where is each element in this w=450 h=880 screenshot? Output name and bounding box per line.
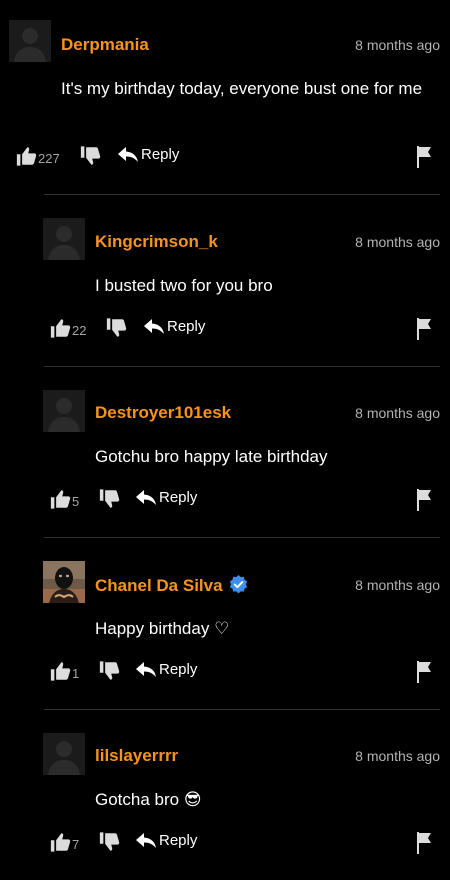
- reply-button[interactable]: Reply: [144, 318, 205, 335]
- default-avatar-icon: [43, 218, 85, 260]
- flag-icon: [417, 832, 431, 854]
- dislike-button[interactable]: [99, 832, 120, 857]
- reply-button[interactable]: Reply: [136, 661, 197, 678]
- like-button[interactable]: 22: [50, 318, 86, 338]
- reply-label: Reply: [159, 661, 198, 678]
- flag-button[interactable]: [416, 661, 432, 688]
- thumbs-down-icon: [99, 832, 120, 851]
- comment-text: Gotcha bro 😎: [95, 790, 202, 809]
- default-avatar-icon: [9, 20, 51, 62]
- flag-button[interactable]: [416, 489, 432, 516]
- comment-text: I busted two for you bro: [95, 276, 273, 295]
- reply-arrow-icon: [136, 489, 156, 505]
- avatar[interactable]: [9, 20, 51, 62]
- divider: [44, 537, 440, 538]
- reply-arrow-icon: [118, 146, 138, 162]
- timestamp: 8 months ago: [355, 234, 440, 250]
- flag-button[interactable]: [416, 146, 432, 173]
- default-avatar-icon: [43, 390, 85, 432]
- comment-actions: 227 Reply: [16, 146, 450, 170]
- username[interactable]: Chanel Da Silva: [95, 575, 248, 599]
- username[interactable]: Kingcrimson_k: [95, 232, 218, 252]
- reply-button[interactable]: Reply: [136, 489, 197, 506]
- like-button[interactable]: 7: [50, 832, 79, 852]
- flag-icon: [417, 146, 431, 168]
- reply-button[interactable]: Reply: [118, 146, 179, 163]
- timestamp: 8 months ago: [355, 405, 440, 421]
- thumbs-up-icon: [50, 319, 71, 338]
- dislike-button[interactable]: [106, 318, 127, 343]
- thumbs-down-icon: [106, 318, 127, 337]
- timestamp: 8 months ago: [355, 37, 440, 53]
- timestamp: 8 months ago: [355, 577, 440, 593]
- thumbs-up-icon: [50, 490, 71, 509]
- reply-label: Reply: [159, 832, 198, 849]
- thumbs-down-icon: [99, 489, 120, 508]
- like-count: 1: [72, 666, 80, 681]
- avatar[interactable]: [43, 390, 85, 432]
- comment-actions: 1 Reply: [50, 661, 450, 685]
- like-button[interactable]: 227: [16, 146, 60, 166]
- avatar[interactable]: [43, 218, 85, 260]
- divider: [44, 366, 440, 367]
- thumbs-down-icon: [80, 146, 101, 165]
- comment-actions: 5 Reply: [50, 489, 450, 513]
- thumbs-up-icon: [50, 833, 71, 852]
- reply-label: Reply: [141, 146, 180, 163]
- verified-badge-icon: [229, 575, 248, 599]
- comment-text: It's my birthday today, everyone bust on…: [61, 79, 423, 98]
- like-count: 5: [72, 494, 80, 509]
- dislike-button[interactable]: [99, 489, 120, 514]
- like-count: 7: [72, 837, 80, 852]
- avatar[interactable]: [43, 561, 85, 603]
- thumbs-up-icon: [50, 662, 71, 681]
- flag-icon: [417, 489, 431, 511]
- comment-text: Happy birthday ♡: [95, 619, 230, 638]
- like-button[interactable]: 5: [50, 489, 79, 509]
- thumbs-down-icon: [99, 661, 120, 680]
- comment-text: Gotchu bro happy late birthday: [95, 447, 328, 466]
- avatar[interactable]: [43, 733, 85, 775]
- timestamp: 8 months ago: [355, 748, 440, 764]
- dislike-button[interactable]: [99, 661, 120, 686]
- reply-arrow-icon: [136, 661, 156, 677]
- flag-button[interactable]: [416, 318, 432, 345]
- photo-avatar-icon: [43, 561, 85, 603]
- divider: [44, 194, 440, 195]
- dislike-button[interactable]: [80, 146, 101, 171]
- default-avatar-icon: [43, 733, 85, 775]
- username[interactable]: lilslayerrrr: [95, 746, 178, 766]
- flag-icon: [417, 661, 431, 683]
- like-count: 22: [72, 323, 87, 338]
- username[interactable]: Destroyer101esk: [95, 403, 231, 423]
- username[interactable]: Derpmania: [61, 35, 149, 55]
- reply-label: Reply: [167, 318, 206, 335]
- comment-actions: 7 Reply: [50, 832, 450, 856]
- like-button[interactable]: 1: [50, 661, 79, 681]
- flag-button[interactable]: [416, 832, 432, 859]
- reply-label: Reply: [159, 489, 198, 506]
- like-count: 227: [38, 151, 60, 166]
- flag-icon: [417, 318, 431, 340]
- username-text: Chanel Da Silva: [95, 576, 223, 595]
- comment-actions: 22 Reply: [50, 318, 450, 342]
- thumbs-up-icon: [16, 147, 37, 166]
- divider: [44, 709, 440, 710]
- reply-arrow-icon: [144, 318, 164, 334]
- reply-arrow-icon: [136, 832, 156, 848]
- reply-button[interactable]: Reply: [136, 832, 197, 849]
